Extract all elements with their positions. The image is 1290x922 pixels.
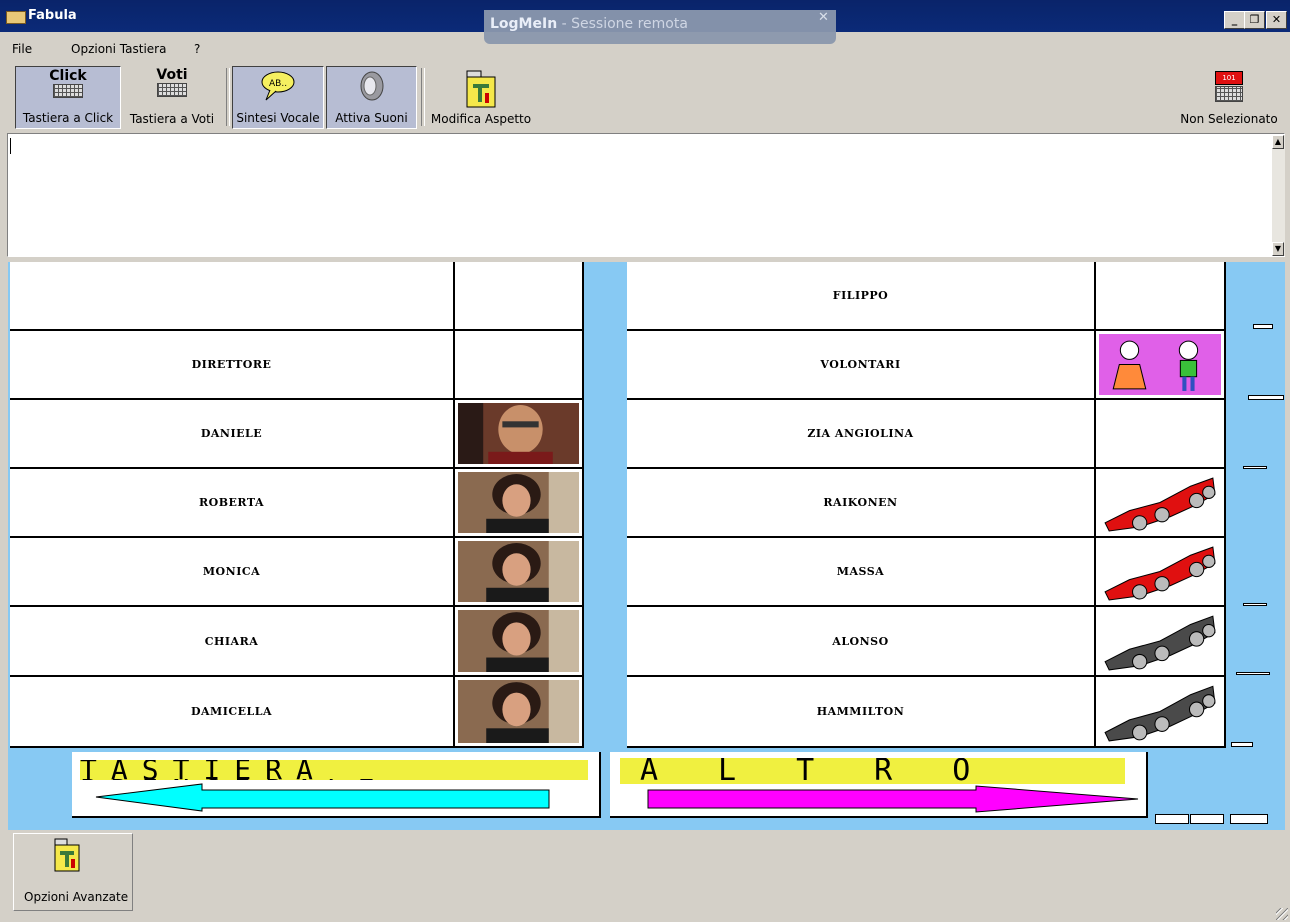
right-grid-symbol-image[interactable] <box>1096 400 1226 469</box>
red-race-car-icon <box>1099 472 1221 533</box>
non-selezionato-label: Non Selezionato <box>1180 112 1278 126</box>
right-grid-symbol-image[interactable] <box>1096 677 1226 748</box>
grid-page-button[interactable] <box>1230 814 1268 824</box>
tastiera-voti-label: Tastiera a Voti <box>129 112 215 126</box>
opzioni-avanzate-button[interactable]: Opzioni Avanzate <box>13 833 133 911</box>
grid-page-button[interactable] <box>1190 814 1224 824</box>
grid-scroll-tick[interactable] <box>1243 603 1267 606</box>
right-grid-symbol-label[interactable]: FILIPPO <box>627 262 1096 331</box>
logmein-label: LogMeIn - Sessione remota <box>490 16 688 32</box>
attiva-suoni-button[interactable]: Attiva Suoni <box>326 66 417 129</box>
left-grid-symbol-label[interactable]: DAMICELLA <box>10 677 455 748</box>
left-grid-symbol-label[interactable]: CHIARA <box>10 607 455 677</box>
red-race-car-icon <box>1099 541 1221 602</box>
speaker-icon <box>360 71 383 101</box>
man-photo-icon <box>458 403 579 464</box>
click-title: Click <box>49 68 87 84</box>
minimize-button[interactable]: _ <box>1224 11 1245 29</box>
scroll-up-icon[interactable]: ▲ <box>1272 135 1284 149</box>
gray-race-car-icon <box>1099 680 1221 743</box>
left-grid-symbol-label[interactable]: DIRETTORE <box>10 331 455 400</box>
attiva-suoni-label: Attiva Suoni <box>335 111 408 125</box>
tastiera-click-button[interactable]: Click Tastiera a Click <box>15 66 121 129</box>
speech-bubble-text: AB.. <box>269 79 287 89</box>
right-grid-symbol-image[interactable] <box>1096 469 1226 538</box>
left-grid-symbol-label[interactable]: DANIELE <box>10 400 455 469</box>
keyboard-icon <box>53 84 83 98</box>
text-output-area[interactable] <box>7 133 1285 257</box>
left-grid-symbol-label[interactable] <box>10 262 455 331</box>
left-grid-symbol-label[interactable]: ROBERTA <box>10 469 455 538</box>
right-grid-symbol-label[interactable]: ALONSO <box>627 607 1096 677</box>
speech-bubble-icon: AB.. <box>261 71 295 101</box>
sintesi-vocale-button[interactable]: AB.. Sintesi Vocale <box>232 66 324 129</box>
sintesi-vocale-label: Sintesi Vocale <box>236 111 320 125</box>
modifica-aspetto-label: Modifica Aspetto <box>430 112 532 126</box>
woman-photo-icon <box>458 472 579 533</box>
right-grid-symbol-label[interactable]: ZIA ANGIOLINA <box>627 400 1096 469</box>
logmein-subtitle: - Sessione remota <box>557 16 688 32</box>
left-grid-symbol-image[interactable] <box>455 469 584 538</box>
right-grid-symbol-image[interactable] <box>1096 331 1226 400</box>
left-grid-symbol-image[interactable] <box>455 331 584 400</box>
text-scrollbar[interactable] <box>1272 135 1285 256</box>
menu-help[interactable]: ? <box>194 42 200 56</box>
grid-scroll-tick[interactable] <box>1236 672 1270 675</box>
non-selezionato-button[interactable]: 101 Non Selezionato <box>1176 66 1282 129</box>
tastiera-click-label: Tastiera a Click <box>22 111 114 125</box>
left-grid-symbol-label[interactable]: MONICA <box>10 538 455 607</box>
non-selezionato-badge: 101 <box>1215 71 1243 85</box>
toolbar-separator <box>421 68 425 126</box>
keyboard-icon <box>1215 86 1243 102</box>
tools-folder-icon <box>466 70 496 108</box>
toolbar-separator <box>226 68 230 126</box>
left-grid-symbol-image[interactable] <box>455 607 584 677</box>
right-grid-symbol-image[interactable] <box>1096 607 1226 677</box>
voti-title: Voti <box>156 67 188 83</box>
logmein-close-icon[interactable]: ✕ <box>818 10 829 25</box>
opzioni-avanzate-label: Opzioni Avanzate <box>24 890 129 904</box>
grid-scroll-tick[interactable] <box>1243 466 1267 469</box>
grid-scroll-tick[interactable] <box>1231 742 1253 747</box>
tools-folder-icon <box>54 838 80 872</box>
bottom-bar <box>0 830 1290 922</box>
left-grid-symbol-image[interactable] <box>455 538 584 607</box>
back-arrow-icon <box>95 783 550 812</box>
right-grid-symbol-label[interactable]: RAIKONEN <box>627 469 1096 538</box>
woman-photo-icon <box>458 680 579 743</box>
left-grid-symbol-image[interactable] <box>455 400 584 469</box>
right-grid-symbol-label[interactable]: HAMMILTON <box>627 677 1096 748</box>
woman-photo-icon <box>458 541 579 602</box>
menu-opzioni-tastiera[interactable]: Opzioni Tastiera <box>71 42 166 56</box>
restore-button[interactable]: ❐ <box>1244 11 1265 29</box>
tastiera-voti-button[interactable]: Voti Tastiera a Voti <box>122 66 222 129</box>
altro-text: ALTRO <box>620 758 1125 784</box>
right-grid-symbol-label[interactable]: VOLONTARI <box>627 331 1096 400</box>
right-grid-symbol-image[interactable] <box>1096 262 1226 331</box>
scroll-down-icon[interactable]: ▼ <box>1272 242 1284 256</box>
altro-button[interactable]: ALTRO <box>610 752 1148 818</box>
grid-page-button[interactable] <box>1155 814 1189 824</box>
window-title: Fabula <box>28 8 77 23</box>
kids-cartoon-icon <box>1099 334 1221 395</box>
gray-race-car-icon <box>1099 610 1221 672</box>
text-caret <box>10 138 11 154</box>
woman-photo-icon <box>458 610 579 672</box>
tastiera-principale-button[interactable]: TASTIERA PRINCIPALE <box>72 752 601 818</box>
right-grid-symbol-label[interactable]: MASSA <box>627 538 1096 607</box>
modifica-aspetto-button[interactable]: Modifica Aspetto <box>427 66 535 129</box>
logmein-brand: LogMeIn <box>490 16 558 32</box>
left-grid-symbol-image[interactable] <box>455 262 584 331</box>
left-grid-symbol-image[interactable] <box>455 677 584 748</box>
forward-arrow-icon <box>647 785 1139 813</box>
keyboard-icon <box>157 83 187 97</box>
grid-scroll-tick[interactable] <box>1248 395 1284 400</box>
menu-file[interactable]: File <box>12 42 32 56</box>
app-icon[interactable] <box>6 11 26 24</box>
right-grid-symbol-image[interactable] <box>1096 538 1226 607</box>
tastiera-principale-text: TASTIERA PRINCIPALE <box>80 760 588 780</box>
grid-scroll-tick[interactable] <box>1253 324 1273 329</box>
resize-grip-icon[interactable] <box>1276 908 1288 920</box>
close-button[interactable]: ✕ <box>1266 11 1287 29</box>
